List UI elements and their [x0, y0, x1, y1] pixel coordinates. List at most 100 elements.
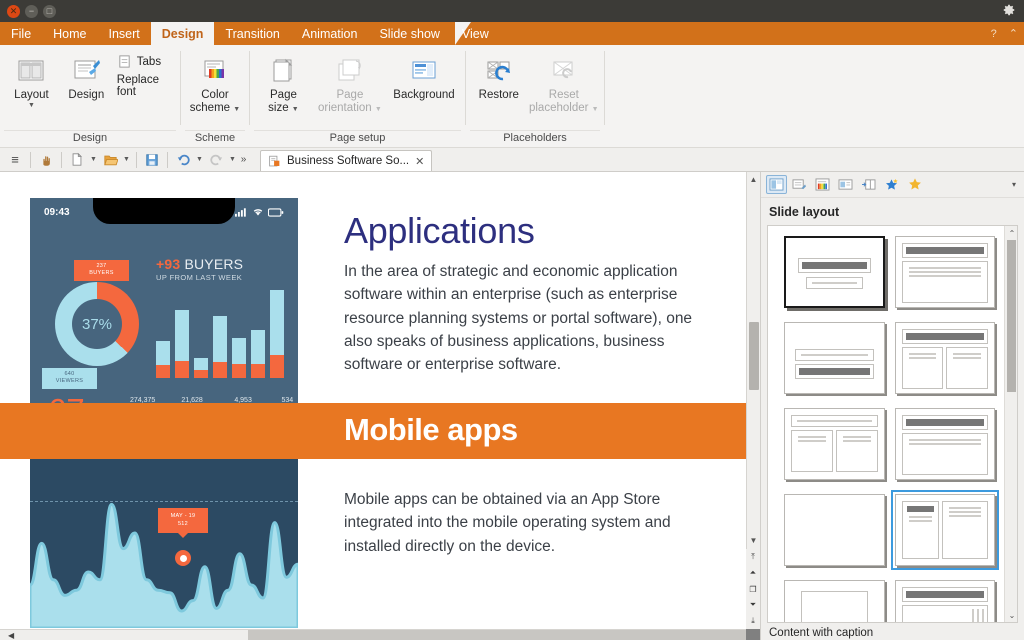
tab-transition[interactable]: Transition: [214, 22, 290, 45]
tab-slide-show[interactable]: Slide show: [368, 22, 450, 45]
layout-title-and-text[interactable]: [895, 408, 996, 480]
last-slide-button[interactable]: ⤓: [746, 613, 760, 629]
document-tab-close-icon[interactable]: ✕: [415, 155, 424, 168]
new-document-icon[interactable]: [67, 150, 87, 169]
master-slides-icon[interactable]: [835, 175, 856, 194]
reset-placeholder-caret[interactable]: ▼: [592, 106, 599, 113]
sidebar-scroll-thumb[interactable]: [1007, 240, 1016, 392]
layout-blank[interactable]: [784, 494, 885, 566]
undo-caret[interactable]: ▼: [195, 156, 204, 163]
scroll-up-arrow[interactable]: ▲: [747, 172, 761, 186]
menu-icon[interactable]: ≡: [5, 150, 25, 169]
open-document-caret[interactable]: ▼: [122, 156, 131, 163]
slide-banner[interactable]: Mobile apps: [0, 403, 746, 459]
layout-vline: [977, 609, 979, 623]
tab-animation[interactable]: Animation: [291, 22, 369, 45]
minimize-window-button[interactable]: −: [25, 5, 38, 18]
ribbon-empty-space: [605, 45, 1024, 147]
undo-icon[interactable]: [173, 150, 193, 169]
sidebar-scrollbar[interactable]: ⌃ ⌄: [1004, 226, 1017, 622]
sidebar-settings-dropdown[interactable]: ▾: [1012, 180, 1016, 189]
page-orientation-button[interactable]: Page orientation ▼: [313, 51, 387, 117]
sidebar: ▾ Slide layout: [760, 172, 1024, 640]
slide-edit-area[interactable]: 09:43 237 BUYERS: [0, 172, 760, 640]
color-scheme-icon[interactable]: [812, 175, 833, 194]
sidebar-scroll-down[interactable]: ⌄: [1005, 608, 1018, 622]
layout-picture-with-caption[interactable]: [784, 580, 885, 623]
background-label: Background: [393, 89, 454, 102]
tab-view[interactable]: View: [451, 22, 500, 45]
color-scheme-button[interactable]: Color scheme ▼: [185, 51, 245, 117]
gallery-star-icon[interactable]: [881, 175, 902, 194]
bar-segment-buyers: [270, 355, 284, 378]
slide-canvas[interactable]: 09:43 237 BUYERS: [0, 172, 746, 629]
tab-file[interactable]: File: [0, 22, 42, 45]
clone-formatting-icon[interactable]: [36, 150, 56, 169]
layout-comparison[interactable]: [784, 408, 885, 480]
slide-title[interactable]: Applications: [344, 210, 535, 252]
next-slide-button[interactable]: ⏷: [746, 597, 760, 613]
layout-title-slide[interactable]: [784, 236, 885, 308]
scroll-left-arrow[interactable]: ◀: [8, 631, 14, 640]
layout-title-content[interactable]: [895, 236, 996, 308]
first-slide-button[interactable]: ⤒: [746, 549, 760, 565]
maximize-window-button[interactable]: □: [43, 5, 56, 18]
background-button[interactable]: Background: [387, 51, 461, 104]
scroll-down-arrow[interactable]: ▼: [747, 533, 761, 547]
redo-caret[interactable]: ▼: [228, 156, 237, 163]
document-tab[interactable]: Business Software So... ✕: [260, 150, 432, 171]
slide-3[interactable]: 09:43 237 BUYERS: [0, 198, 746, 628]
duplicate-slide-button[interactable]: ❐: [746, 581, 760, 597]
vertical-scroll-thumb[interactable]: [749, 322, 759, 390]
properties-icon[interactable]: [766, 175, 787, 194]
layout-vertical-text[interactable]: [895, 580, 996, 623]
redo-icon[interactable]: [206, 150, 226, 169]
reset-placeholder-button[interactable]: Reset placeholder ▼: [528, 51, 600, 117]
toolbar-overflow[interactable]: »: [239, 154, 248, 165]
replace-font-button[interactable]: Replace font: [114, 73, 176, 99]
layout-box: [801, 591, 868, 623]
layout-line: [909, 271, 982, 273]
color-scheme-caret[interactable]: ▼: [233, 106, 240, 113]
page-orientation-caret[interactable]: ▼: [375, 106, 382, 113]
bar-chart-heading-suffix: BUYERS: [184, 256, 243, 272]
previous-slide-button[interactable]: ⏶: [746, 565, 760, 581]
horizontal-scroll-thumb[interactable]: [0, 630, 248, 640]
bar-chart-subheading: UP FROM LAST WEEK: [156, 273, 284, 282]
slide-layout-icon[interactable]: [858, 175, 879, 194]
sidebar-scroll-up[interactable]: ⌃: [1005, 226, 1018, 240]
layout-box: [798, 258, 871, 273]
phone-time: 09:43: [44, 207, 70, 218]
open-document-icon[interactable]: [100, 150, 120, 169]
slide-body-text-2[interactable]: Mobile apps can be obtained via an App S…: [344, 488, 724, 558]
page-size-caret[interactable]: ▼: [292, 106, 299, 113]
layout-columns: [902, 347, 989, 389]
layout-content-with-caption[interactable]: [895, 494, 996, 566]
close-window-button[interactable]: ✕: [7, 5, 20, 18]
tab-home[interactable]: Home: [42, 22, 97, 45]
layout-title-only[interactable]: [784, 322, 885, 394]
favorites-star-icon[interactable]: [904, 175, 925, 194]
gear-icon[interactable]: [1002, 3, 1016, 20]
slide-transition-icon[interactable]: [789, 175, 810, 194]
tabs-button[interactable]: Tabs: [114, 53, 176, 70]
slide-nav-buttons: ⤒ ⏶ ❐ ⏷ ⤓: [746, 549, 760, 629]
layout-two-content[interactable]: [895, 322, 996, 394]
collapse-ribbon-button[interactable]: ⌃: [1009, 27, 1018, 40]
help-button[interactable]: ?: [991, 28, 997, 40]
bar-2: [175, 310, 189, 378]
save-document-icon[interactable]: [142, 150, 162, 169]
layout-box: [902, 243, 989, 258]
new-document-caret[interactable]: ▼: [89, 156, 98, 163]
slide-layout-list[interactable]: ⌃ ⌄: [767, 225, 1018, 623]
design-button[interactable]: Design: [59, 51, 114, 104]
layout-dropdown-caret[interactable]: ▼: [27, 102, 36, 109]
restore-button[interactable]: Restore: [470, 51, 528, 104]
slide-body-text[interactable]: In the area of strategic and economic ap…: [344, 260, 724, 376]
layout-button[interactable]: Layout ▼: [4, 51, 59, 111]
sidebar-toolbar: ▾: [761, 172, 1024, 198]
tab-insert[interactable]: Insert: [98, 22, 151, 45]
horizontal-scrollbar[interactable]: ◀: [0, 629, 746, 640]
page-size-button[interactable]: Page size ▼: [254, 51, 313, 117]
tab-design[interactable]: Design: [151, 22, 215, 45]
